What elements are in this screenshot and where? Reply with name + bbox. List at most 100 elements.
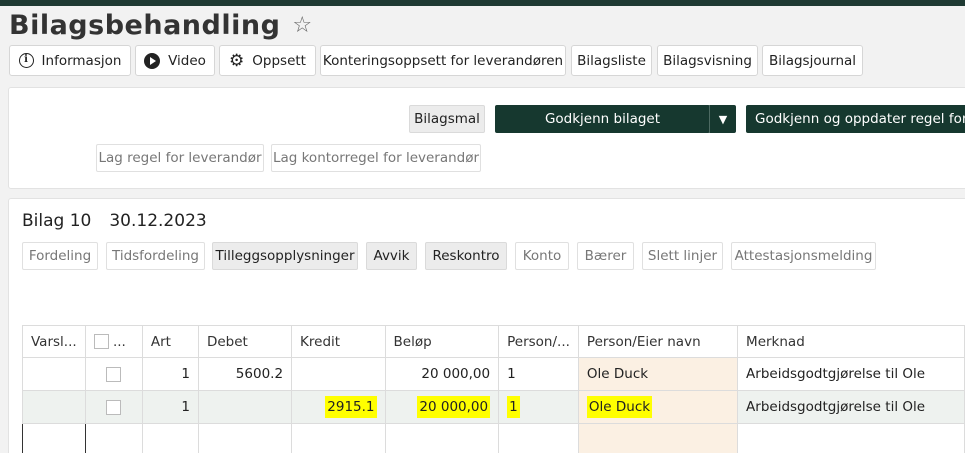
bilagsvisning-button-label: Bilagsvisning [663,52,752,69]
kontering-button[interactable]: Konteringsoppsett for leverandøren [320,45,566,76]
cell-person-name[interactable]: Ole Duck [577,357,739,391]
highlighted-belop: 20 000,00 [417,396,491,418]
bilagsjournal-button-label: Bilagsjournal [768,52,857,69]
bilag-date: 30.12.2023 [109,211,207,231]
title-row: Bilagsbehandling ☆ [9,9,312,41]
table-row-new[interactable] [22,423,965,453]
info-button[interactable]: i Informasjon [9,45,131,76]
cell-merknad[interactable]: Arbeidsgodtgjørelse til Ole [737,357,965,391]
tab-reskontro[interactable]: Reskontro [425,242,507,270]
highlighted-kredit: 2915.1 [325,396,377,418]
table-header-row: Varsl... ... Art Debet Kredit Beløp Pers… [22,325,965,358]
bilagsjournal-button[interactable]: Bilagsjournal [762,45,863,76]
col-header-art[interactable]: Art [141,325,199,358]
approve-dropdown-button[interactable]: ▼ [709,105,736,133]
cell-debet[interactable] [197,390,293,424]
cell-person-name[interactable]: Ole Duck [577,390,739,424]
col-header-person-name[interactable]: Person/Eier navn [577,325,739,358]
tab-tidsfordeling-label: Tidsfordeling [111,248,199,264]
tab-tidsfordeling[interactable]: Tidsfordeling [106,242,205,270]
bilagsmal-button[interactable]: Bilagsmal [409,105,485,133]
cell-person[interactable] [498,423,579,453]
tab-attestasjonsmelding[interactable]: Attestasjonsmelding [731,242,876,270]
page-title: Bilagsbehandling [9,9,281,41]
bilag-heading: Bilag 10 30.12.2023 [22,211,207,231]
select-all-checkbox[interactable] [93,334,109,349]
play-icon [144,52,161,69]
col-header-merknad[interactable]: Merknad [737,325,965,358]
tab-avvik-label: Avvik [373,248,410,264]
col-header-belop[interactable]: Beløp [384,325,500,358]
cell-varsl[interactable] [22,390,86,424]
top-accent-bar [0,0,965,6]
cell-belop[interactable] [384,423,500,453]
cell-art[interactable]: 1 [141,390,199,424]
table-row[interactable]: 1 2915.1 20 000,00 1 Ole Duck Arbeidsgod… [22,390,965,424]
cell-belop[interactable]: 20 000,00 [384,357,500,391]
highlighted-person: 1 [507,396,520,418]
tab-attestasjonsmelding-label: Attestasjonsmelding [734,248,873,264]
table-row[interactable]: 1 5600.2 20 000,00 1 Ole Duck Arbeidsgod… [22,357,965,391]
office-rule-button[interactable]: Lag kontorregel for leverandør [271,144,481,172]
gear-icon: ⚙ [229,50,245,71]
cell-kredit[interactable] [291,423,386,453]
bilag-number: Bilag 10 [22,211,92,231]
row-checkbox[interactable] [106,366,122,382]
approve-button[interactable]: Godkjenn bilaget [495,105,710,133]
approve-label: Godkjenn bilaget [544,111,661,127]
cell-debet[interactable]: 5600.2 [197,357,293,391]
office-rule-label: Lag kontorregel for leverandør [272,150,480,166]
cell-varsl-active[interactable] [22,423,86,453]
rule-supplier-label: Lag regel for leverandør [98,150,262,166]
bilagsvisning-button[interactable]: Bilagsvisning [657,45,758,76]
cell-varsl[interactable] [22,357,86,391]
col-header-varsl[interactable]: Varsl... [22,325,86,358]
cell-merknad[interactable]: Arbeidsgodtgjørelse til Ole [737,390,965,424]
kontering-button-label: Konteringsoppsett for leverandøren [322,52,564,69]
col-header-select-label: ... [112,333,126,350]
tab-slett-linjer-label: Slett linjer [647,248,718,264]
star-outline-icon[interactable]: ☆ [292,13,312,38]
info-icon: i [18,53,34,68]
tab-slett-linjer[interactable]: Slett linjer [642,242,723,270]
setup-button[interactable]: ⚙ Oppsett [219,45,316,76]
cell-person[interactable]: 1 [498,357,579,391]
tab-konto[interactable]: Konto [515,242,569,270]
tab-tilleggsopplysninger[interactable]: Tilleggsopplysninger [212,242,358,270]
cell-kredit[interactable] [291,357,386,391]
highlighted-person-name: Ole Duck [586,396,653,418]
cell-belop[interactable]: 20 000,00 [384,390,500,424]
col-header-select[interactable]: ... [84,325,143,358]
cell-person[interactable]: 1 [498,390,579,424]
cell-art[interactable] [141,423,199,453]
tab-baerer[interactable]: Bærer [577,242,634,270]
info-button-label: Informasjon [41,52,122,69]
cell-kredit[interactable]: 2915.1 [291,390,386,424]
tab-fordeling[interactable]: Fordeling [22,242,98,270]
cell-select[interactable] [84,423,143,453]
bilagsliste-button-label: Bilagsliste [577,52,646,69]
tab-avvik[interactable]: Avvik [366,242,417,270]
cell-select[interactable] [84,357,143,391]
bilagsliste-button[interactable]: Bilagsliste [571,45,652,76]
tab-konto-label: Konto [522,248,562,264]
cell-merknad[interactable] [737,423,965,453]
voucher-lines-table: Varsl... ... Art Debet Kredit Beløp Pers… [22,325,965,453]
bilagsmal-label: Bilagsmal [414,111,480,127]
col-header-kredit[interactable]: Kredit [291,325,386,358]
tab-tilleggsopplysninger-label: Tilleggsopplysninger [215,248,355,264]
tab-fordeling-label: Fordeling [28,248,92,264]
video-button[interactable]: Video [135,45,215,76]
col-header-debet[interactable]: Debet [197,325,293,358]
cell-select[interactable] [84,390,143,424]
rule-supplier-button[interactable]: Lag regel for leverandør [96,144,264,172]
col-header-person[interactable]: Person/... [498,325,579,358]
tab-baerer-label: Bærer [584,248,627,264]
row-checkbox[interactable] [106,399,122,415]
chevron-down-icon: ▼ [718,112,728,126]
cell-art[interactable]: 1 [141,357,199,391]
approve-update-rule-button[interactable]: Godkjenn og oppdater regel for fi [746,105,965,133]
approve-update-label: Godkjenn og oppdater regel for fi [755,111,965,127]
cell-person-name[interactable] [577,423,739,453]
cell-debet[interactable] [197,423,293,453]
